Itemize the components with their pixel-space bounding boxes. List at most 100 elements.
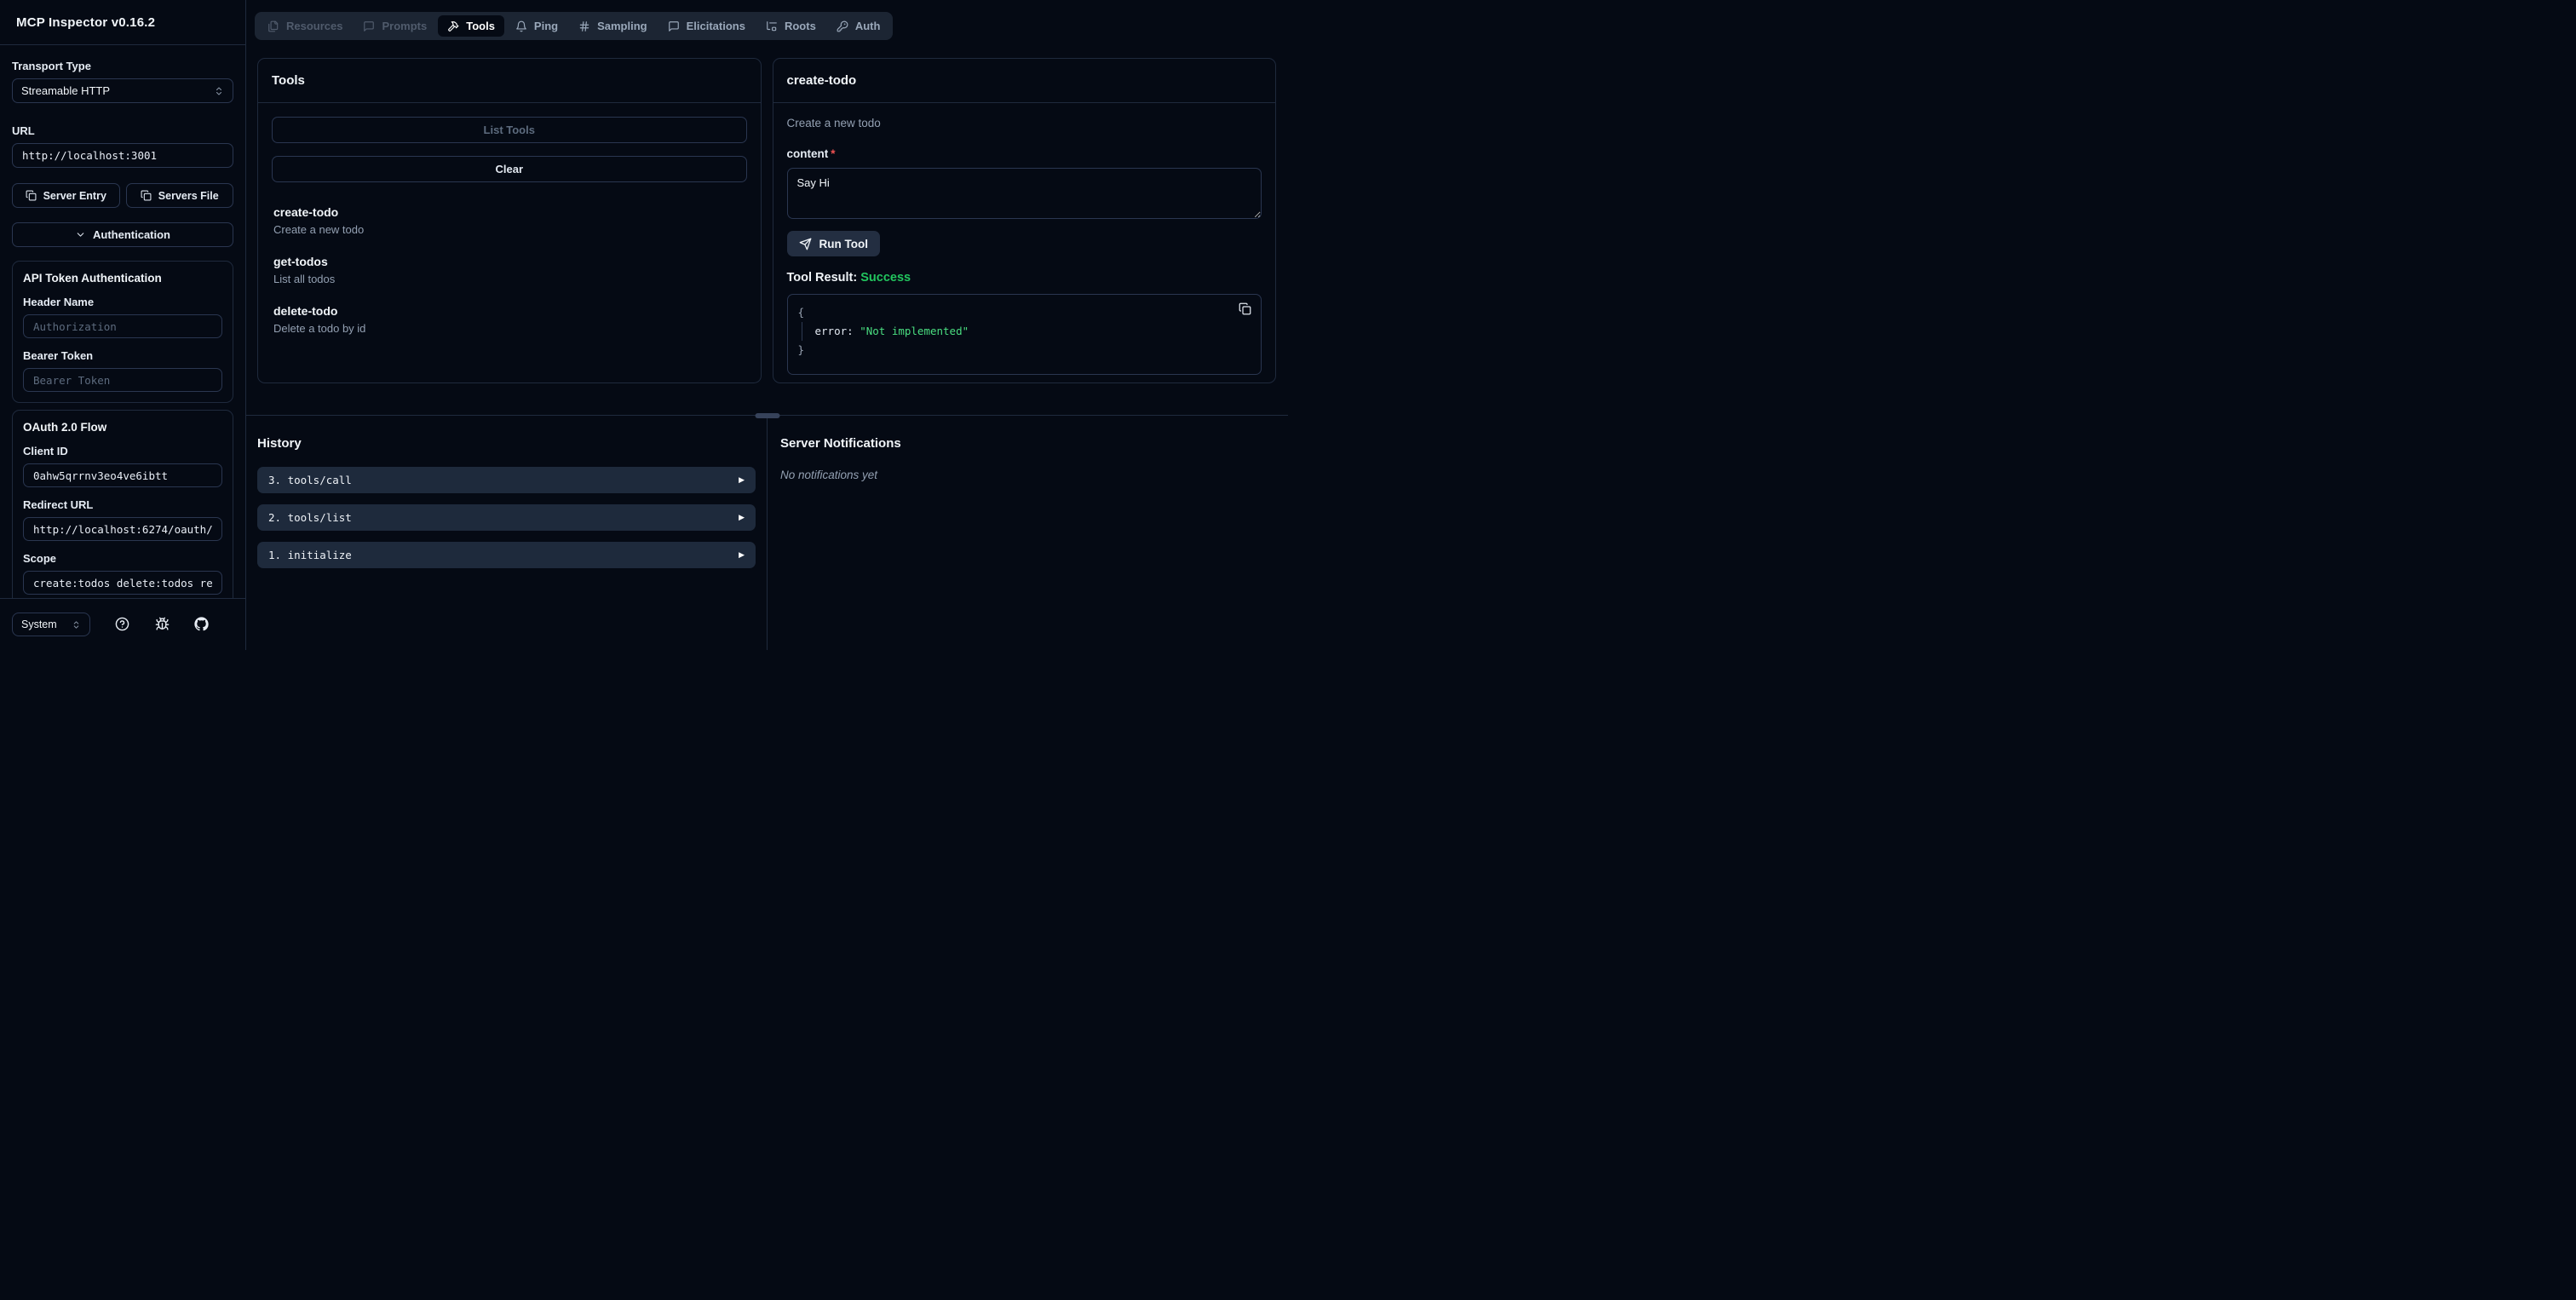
chevron-down-icon <box>75 229 86 240</box>
required-marker: * <box>831 147 836 160</box>
history-item[interactable]: 1. initialize ▶ <box>257 542 756 568</box>
history-item-label: 1. initialize <box>268 549 352 561</box>
oauth-title: OAuth 2.0 Flow <box>23 421 107 434</box>
tool-name: get-todos <box>273 255 328 268</box>
url-label: URL <box>12 124 35 137</box>
tool-result-line: Tool Result: Success <box>787 271 1262 285</box>
bearer-token-input[interactable] <box>23 368 222 392</box>
tab-elicitations[interactable]: Elicitations <box>658 15 755 37</box>
history-list: 3. tools/call ▶ 2. tools/list ▶ 1. initializ… <box>257 467 756 568</box>
run-tool-panel-header: create-todo <box>773 59 1275 103</box>
tool-name: create-todo <box>273 205 339 219</box>
tool-result-json-viewer: { error: "Not implemented" } <box>786 294 1262 375</box>
expand-arrow-icon: ▶ <box>739 513 745 522</box>
client-id-input[interactable] <box>23 463 222 487</box>
tool-item-get-todos[interactable]: get-todos List all todos <box>273 255 745 285</box>
history-item-label: 3. tools/call <box>268 474 352 486</box>
api-token-card: API Token Authentication Header Name Bea… <box>12 261 233 403</box>
content-field-label-text: content <box>786 147 829 160</box>
authentication-toggle[interactable]: Authentication <box>12 222 233 247</box>
report-bug-button[interactable] <box>154 617 170 632</box>
redirect-url-label: Redirect URL <box>23 498 94 511</box>
server-notifications-panel: Server Notifications No notifications ye… <box>768 416 1288 650</box>
tools-panel-header: Tools <box>258 59 761 103</box>
message-square-icon <box>363 20 375 32</box>
list-tools-button[interactable]: List Tools <box>272 117 747 143</box>
tools-panel-title: Tools <box>272 73 305 88</box>
tree-icon <box>766 20 778 32</box>
json-error-row[interactable]: error: "Not implemented" <box>801 322 1251 341</box>
content-field-input[interactable]: Say Hi <box>786 168 1262 219</box>
help-button[interactable] <box>115 617 130 632</box>
history-item[interactable]: 2. tools/list ▶ <box>257 504 756 531</box>
content-field-label: content * <box>787 147 1262 160</box>
server-entry-button[interactable]: Server Entry <box>12 183 120 208</box>
tool-result-label: Tool Result: <box>786 271 858 285</box>
bug-icon <box>155 617 170 631</box>
selected-tool-title: create-todo <box>786 73 857 88</box>
servers-file-button[interactable]: Servers File <box>125 183 233 208</box>
api-token-title: API Token Authentication <box>23 272 162 285</box>
tab-label: Roots <box>784 20 816 32</box>
history-item[interactable]: 3. tools/call ▶ <box>257 467 756 493</box>
transport-type-label: Transport Type <box>12 60 91 72</box>
github-icon <box>194 617 209 631</box>
run-tool-button[interactable]: Run Tool <box>786 231 880 256</box>
scope-input[interactable] <box>23 571 222 595</box>
client-id-label: Client ID <box>23 445 68 457</box>
clear-button[interactable]: Clear <box>272 156 747 182</box>
key-icon <box>837 20 848 32</box>
tab-roots[interactable]: Roots <box>756 15 825 37</box>
expand-arrow-icon: ▶ <box>739 550 745 560</box>
split-drag-handle[interactable] <box>755 413 779 418</box>
tab-ping[interactable]: Ping <box>506 15 567 37</box>
copy-icon <box>1239 302 1251 315</box>
sidebar: MCP Inspector v0.16.2 Transport Type Str… <box>0 0 246 650</box>
sidebar-footer: System <box>0 598 245 650</box>
theme-select[interactable]: System <box>12 613 90 636</box>
send-icon <box>799 238 812 250</box>
header-name-label: Header Name <box>23 296 95 308</box>
tab-prompts[interactable]: Prompts <box>354 15 436 37</box>
tool-description: Create a new todo <box>273 223 365 236</box>
tool-description: List all todos <box>273 273 336 285</box>
tool-list: create-todo Create a new todo get-todos Lis… <box>272 205 747 335</box>
authentication-toggle-label: Authentication <box>93 228 170 241</box>
chevrons-up-down-icon <box>214 86 224 96</box>
transport-type-value: Streamable HTTP <box>21 84 111 97</box>
bottom-panels: History 3. tools/call ▶ 2. tools/list ▶ 1. i… <box>246 416 1288 650</box>
url-input[interactable] <box>12 143 233 168</box>
selected-tool-description: Create a new todo <box>786 117 881 129</box>
oauth-card: OAuth 2.0 Flow Client ID Redirect URL Sc… <box>12 410 233 598</box>
bearer-token-label: Bearer Token <box>23 349 94 362</box>
server-entry-label: Server Entry <box>43 189 106 202</box>
theme-value: System <box>21 618 57 630</box>
run-tool-panel: create-todo Create a new todo content * S… <box>772 58 1276 383</box>
tab-bar-row: Resources Prompts Tools Ping Sampling Elicita… <box>246 0 1288 40</box>
tab-label: Tools <box>466 20 495 32</box>
copy-icon <box>26 190 37 201</box>
files-icon <box>267 20 279 32</box>
github-button[interactable] <box>194 617 210 632</box>
tab-auth[interactable]: Auth <box>827 15 890 37</box>
tab-sampling[interactable]: Sampling <box>569 15 657 37</box>
redirect-url-input[interactable] <box>23 517 222 541</box>
tool-item-delete-todo[interactable]: delete-todo Delete a todo by id <box>273 304 745 335</box>
tab-label: Sampling <box>597 20 647 32</box>
tab-resources[interactable]: Resources <box>258 15 352 37</box>
json-key: error: <box>814 325 854 337</box>
no-notifications-message: No notifications yet <box>780 469 878 481</box>
tab-label: Ping <box>533 20 559 32</box>
copy-result-button[interactable] <box>1239 302 1251 315</box>
tab-tools[interactable]: Tools <box>438 15 504 37</box>
transport-type-select[interactable]: Streamable HTTP <box>12 78 233 103</box>
sidebar-header: MCP Inspector v0.16.2 <box>0 0 245 45</box>
history-title: History <box>257 436 302 451</box>
header-name-input[interactable] <box>23 314 222 338</box>
tool-name: delete-todo <box>273 304 338 318</box>
scope-label: Scope <box>23 552 57 565</box>
tool-item-create-todo[interactable]: create-todo Create a new todo <box>273 205 745 236</box>
sidebar-body: Transport Type Streamable HTTP URL Serve… <box>0 45 245 598</box>
horizontal-split-divider <box>246 413 1288 418</box>
history-item-label: 2. tools/list <box>268 511 352 524</box>
